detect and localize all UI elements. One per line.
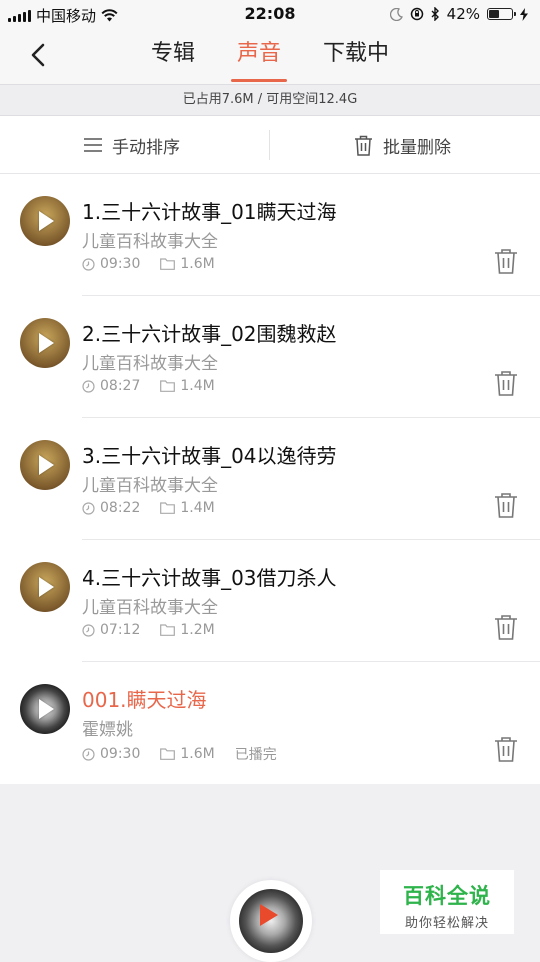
toolbar: 手动排序 批量删除 [0, 116, 540, 174]
manual-sort-button[interactable]: 手动排序 [84, 116, 180, 174]
track-subtitle: 儿童百科故事大全 [82, 476, 218, 496]
battery-percent: 42% [446, 5, 480, 23]
charging-icon [520, 7, 528, 21]
album-cover[interactable] [20, 440, 70, 490]
play-icon [39, 333, 54, 353]
play-icon [39, 211, 54, 231]
mini-player-button[interactable] [230, 880, 312, 962]
folder-icon [160, 502, 176, 514]
track-title: 1.三十六计故事_01瞒天过海 [82, 200, 337, 224]
album-cover[interactable] [20, 318, 70, 368]
moon-icon [389, 7, 403, 21]
track-size: 1.2M [180, 622, 215, 638]
clock-icon [82, 379, 95, 393]
album-cover[interactable] [20, 196, 70, 246]
play-icon [39, 577, 54, 597]
track-duration: 08:27 [100, 378, 141, 394]
manual-sort-label: 手动排序 [112, 137, 180, 158]
clock-icon [82, 257, 95, 271]
track-duration: 07:12 [100, 622, 141, 638]
track-title: 2.三十六计故事_02围魏救赵 [82, 322, 337, 346]
track-title: 001.瞒天过海 [82, 688, 207, 712]
folder-icon [160, 624, 176, 636]
list-item[interactable]: 1.三十六计故事_01瞒天过海 儿童百科故事大全 09:30 1.6M [0, 174, 540, 296]
play-icon [39, 455, 54, 475]
batch-delete-label: 批量删除 [383, 137, 451, 158]
folder-icon [160, 258, 176, 270]
track-duration: 08:22 [100, 500, 141, 516]
track-title: 3.三十六计故事_04以逸待劳 [82, 444, 337, 468]
list-icon [84, 138, 102, 152]
album-cover[interactable] [20, 562, 70, 612]
track-subtitle: 儿童百科故事大全 [82, 232, 218, 252]
list-item[interactable]: 4.三十六计故事_03借刀杀人 儿童百科故事大全 07:12 1.2M [0, 540, 540, 662]
folder-icon [160, 748, 176, 760]
track-subtitle: 儿童百科故事大全 [82, 354, 218, 374]
storage-info: 已占用7.6M / 可用空间12.4G [0, 84, 540, 116]
battery-icon [487, 8, 516, 20]
played-status: 已播完 [234, 747, 277, 763]
tab-bar: 专辑 声音 下载中 [0, 38, 540, 82]
trash-icon[interactable] [494, 736, 518, 762]
watermark-logo: 百科全说 助你轻松解决 [380, 870, 514, 934]
clock-icon [82, 623, 95, 637]
track-title: 4.三十六计故事_03借刀杀人 [82, 566, 337, 590]
download-list: 1.三十六计故事_01瞒天过海 儿童百科故事大全 09:30 1.6M 2.三十… [0, 174, 540, 784]
batch-delete-button[interactable]: 批量删除 [354, 116, 451, 174]
clock-icon [82, 501, 95, 515]
list-item[interactable]: 2.三十六计故事_02围魏救赵 儿童百科故事大全 08:27 1.4M [0, 296, 540, 418]
track-size: 1.6M [180, 746, 215, 762]
bluetooth-icon [431, 7, 439, 21]
track-subtitle: 儿童百科故事大全 [82, 598, 218, 618]
trash-icon[interactable] [494, 614, 518, 640]
tab-sound[interactable]: 声音 [230, 38, 288, 82]
navigation-bar: 专辑 声音 下载中 [0, 28, 540, 84]
rotation-lock-icon [410, 7, 423, 21]
play-icon [260, 904, 278, 926]
trash-icon[interactable] [494, 492, 518, 518]
tab-downloading[interactable]: 下载中 [319, 38, 393, 82]
trash-icon[interactable] [494, 370, 518, 396]
track-size: 1.4M [180, 378, 215, 394]
trash-icon[interactable] [494, 248, 518, 274]
track-size: 1.4M [180, 500, 215, 516]
list-item[interactable]: 3.三十六计故事_04以逸待劳 儿童百科故事大全 08:22 1.4M [0, 418, 540, 540]
watermark-subtitle: 助你轻松解决 [404, 916, 489, 931]
folder-icon [160, 380, 176, 392]
play-icon [39, 699, 54, 719]
trash-icon [355, 135, 372, 156]
clock-icon [82, 747, 95, 761]
track-duration: 09:30 [100, 256, 141, 272]
track-subtitle: 霍嫖姚 [82, 720, 133, 740]
album-cover[interactable] [20, 684, 70, 734]
toolbar-divider [269, 130, 270, 160]
watermark-title: 百科全说 [403, 884, 491, 908]
status-bar: 中国移动 22:08 42% [0, 0, 540, 28]
track-size: 1.6M [180, 256, 215, 272]
track-duration: 09:30 [100, 746, 141, 762]
tab-album[interactable]: 专辑 [147, 38, 199, 82]
list-item[interactable]: 001.瞒天过海 霍嫖姚 09:30 1.6M 已播完 [0, 662, 540, 784]
